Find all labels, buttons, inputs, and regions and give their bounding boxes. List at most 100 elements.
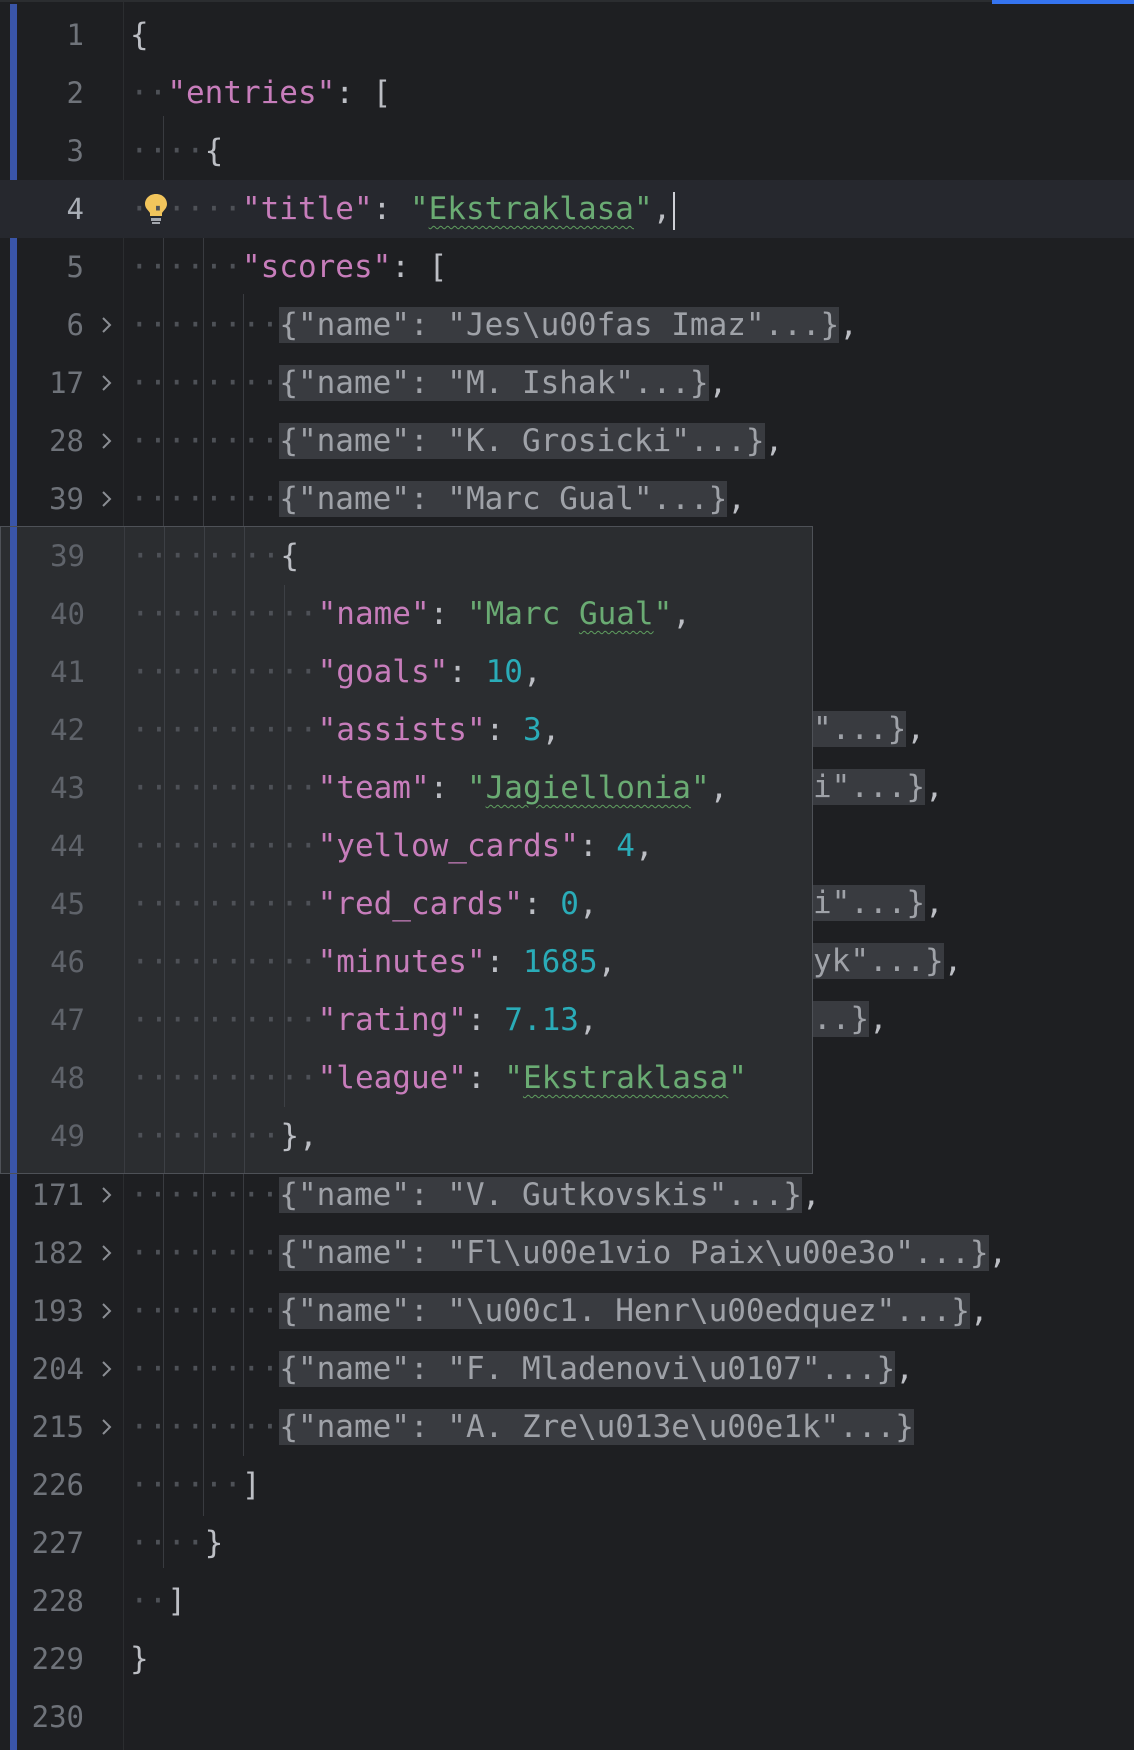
json-string: " bbox=[690, 770, 710, 806]
code-line[interactable]: 171 ········{"name": "V. Gutkovskis"...}, bbox=[0, 1166, 1134, 1224]
code-line[interactable]: 204 ········{"name": "F. Mladenovi\u0107"… bbox=[0, 1340, 1134, 1398]
code-line[interactable]: 17 ········{"name": "M. Ishak"...}, bbox=[0, 354, 1134, 412]
folded-block[interactable]: {"name": "A. Zre\u013e\u00e1k"...} bbox=[279, 1409, 914, 1445]
indent-dots: ·········· bbox=[131, 944, 318, 980]
json-punctuation: , bbox=[924, 769, 944, 805]
code-line[interactable]: 4 ······"title": "Ekstraklasa", bbox=[0, 180, 1134, 238]
code-line[interactable]: 6 ········{"name": "Jes\u00fas Imaz"...}, bbox=[0, 296, 1134, 354]
code-line[interactable]: 49 ········}, bbox=[1, 1107, 812, 1165]
folded-block[interactable]: "...} bbox=[813, 711, 907, 747]
json-punctuation: : bbox=[485, 944, 523, 980]
line-number: 6 bbox=[66, 308, 84, 342]
json-number: 7.13 bbox=[504, 1002, 579, 1038]
code-line[interactable]: 193 ········{"name": "\u00c1. Henr\u00edq… bbox=[0, 1282, 1134, 1340]
folded-block[interactable]: i"...} bbox=[813, 769, 925, 805]
json-string: Ekstraklasa bbox=[522, 1060, 729, 1096]
code-line[interactable]: 228 ··] bbox=[0, 1572, 1134, 1630]
json-punctuation: { bbox=[130, 17, 149, 53]
json-punctuation: } bbox=[130, 1641, 149, 1677]
code-line[interactable]: 5 ······"scores": [ bbox=[0, 238, 1134, 296]
line-code: ······] bbox=[130, 1456, 261, 1514]
json-punctuation: , bbox=[597, 944, 617, 980]
code-line[interactable]: 215 ········{"name": "A. Zre\u013e\u00e1k… bbox=[0, 1398, 1134, 1456]
json-key: "assists" bbox=[317, 712, 486, 748]
line-code: ········{"name": "M. Ishak"...}, bbox=[130, 354, 727, 412]
code-line[interactable]: 28 ········{"name": "K. Grosicki"...}, bbox=[0, 412, 1134, 470]
line-number: 171 bbox=[31, 1178, 84, 1212]
folded-block[interactable]: yk"...} bbox=[813, 943, 944, 979]
chevron-right-icon[interactable] bbox=[99, 1183, 115, 1207]
code-line[interactable]: 40 ··········"name": "Marc Gual", bbox=[1, 585, 812, 643]
code-line[interactable]: 43 ··········"team": "Jagiellonia", bbox=[1, 759, 812, 817]
scroll-indicator[interactable] bbox=[992, 0, 1134, 4]
line-code: ··········"minutes": 1685, bbox=[131, 933, 616, 991]
folded-block[interactable]: {"name": "Jes\u00fas Imaz"...} bbox=[279, 307, 840, 343]
json-punctuation: : bbox=[372, 191, 410, 227]
code-line[interactable]: 230 bbox=[0, 1688, 1134, 1746]
json-punctuation: , bbox=[522, 654, 542, 690]
indent-dots: ······ bbox=[130, 191, 242, 227]
chevron-right-icon[interactable] bbox=[99, 313, 115, 337]
line-number: 193 bbox=[31, 1294, 84, 1328]
indent-dots: ········ bbox=[130, 1409, 280, 1445]
chevron-right-icon[interactable] bbox=[99, 1415, 115, 1439]
folded-block[interactable]: {"name": "\u00c1. Henr\u00edquez"...} bbox=[279, 1293, 970, 1329]
line-number: 42 bbox=[50, 713, 85, 747]
line-number: 45 bbox=[50, 887, 85, 921]
json-punctuation: , bbox=[708, 365, 728, 401]
folded-block[interactable]: {"name": "F. Mladenovi\u0107"...} bbox=[279, 1351, 896, 1387]
partial-folded-line: "...}, bbox=[813, 700, 925, 758]
json-punctuation: , bbox=[672, 596, 691, 632]
chevron-right-icon[interactable] bbox=[99, 371, 115, 395]
json-punctuation: , bbox=[652, 191, 672, 227]
line-code: ········{"name": "\u00c1. Henr\u00edquez… bbox=[130, 1282, 989, 1340]
code-line[interactable]: 47 ··········"rating": 7.13, bbox=[1, 991, 812, 1049]
indent-dots: ········ bbox=[130, 365, 280, 401]
code-line[interactable]: 39 ········{"name": "Marc Gual"...}, bbox=[0, 470, 1134, 528]
chevron-right-icon[interactable] bbox=[99, 1357, 115, 1381]
code-line[interactable]: 1{ bbox=[0, 6, 1134, 64]
partial-folded-line: i"...}, bbox=[813, 758, 944, 816]
code-line[interactable]: 45 ··········"red_cards": 0, bbox=[1, 875, 812, 933]
code-line[interactable]: 3 ····{ bbox=[0, 122, 1134, 180]
json-string: " bbox=[633, 191, 653, 227]
json-string: Gual bbox=[578, 596, 654, 632]
line-code: ··········"assists": 3, bbox=[131, 701, 560, 759]
chevron-right-icon[interactable] bbox=[99, 429, 115, 453]
chevron-right-icon[interactable] bbox=[99, 1299, 115, 1323]
line-number: 46 bbox=[50, 945, 85, 979]
code-line[interactable]: 41 ··········"goals": 10, bbox=[1, 643, 812, 701]
line-code: ··········"red_cards": 0, bbox=[131, 875, 598, 933]
partial-folded-line: yk"...}, bbox=[813, 932, 962, 990]
folded-block[interactable]: {"name": "Marc Gual"...} bbox=[279, 481, 728, 517]
chevron-right-icon[interactable] bbox=[99, 487, 115, 511]
code-line[interactable]: 229} bbox=[0, 1630, 1134, 1688]
code-line[interactable]: 48 ··········"league": "Ekstraklasa" bbox=[1, 1049, 812, 1107]
json-number: 1685 bbox=[522, 944, 598, 980]
folded-block[interactable]: ..} bbox=[813, 1001, 869, 1037]
folded-block[interactable]: {"name": "M. Ishak"...} bbox=[279, 365, 709, 401]
code-line[interactable]: 42 ··········"assists": 3, bbox=[1, 701, 812, 759]
json-key: "title" bbox=[241, 191, 373, 227]
folded-block[interactable]: {"name": "Fl\u00e1vio Paix\u00e3o"...} bbox=[279, 1235, 989, 1271]
line-number: 40 bbox=[50, 597, 85, 631]
chevron-right-icon[interactable] bbox=[99, 1241, 115, 1265]
code-line[interactable]: 227 ····} bbox=[0, 1514, 1134, 1572]
json-key: "rating" bbox=[317, 1002, 467, 1038]
folded-block[interactable]: {"name": "K. Grosicki"...} bbox=[279, 423, 765, 459]
code-editor[interactable]: 1{2 ··"entries": [3 ····{4 ······"title": "… bbox=[0, 0, 1134, 1750]
json-string: " bbox=[653, 596, 673, 632]
json-punctuation: , bbox=[727, 481, 746, 517]
folded-block[interactable]: i"...} bbox=[813, 885, 925, 921]
json-punctuation: : [ bbox=[391, 249, 448, 285]
line-code: ····} bbox=[130, 1514, 223, 1572]
code-line[interactable]: 226 ······] bbox=[0, 1456, 1134, 1514]
code-line[interactable]: 46 ··········"minutes": 1685, bbox=[1, 933, 812, 991]
code-line[interactable]: 2 ··"entries": [ bbox=[0, 64, 1134, 122]
code-line[interactable]: 39 ········{ bbox=[1, 527, 812, 585]
code-line[interactable]: 44 ··········"yellow_cards": 4, bbox=[1, 817, 812, 875]
code-line[interactable]: 182 ········{"name": "Fl\u00e1vio Paix\u0… bbox=[0, 1224, 1134, 1282]
line-code: ··········"rating": 7.13, bbox=[131, 991, 598, 1049]
indent-dots: ········ bbox=[130, 481, 280, 517]
folded-block[interactable]: {"name": "V. Gutkovskis"...} bbox=[279, 1177, 802, 1213]
